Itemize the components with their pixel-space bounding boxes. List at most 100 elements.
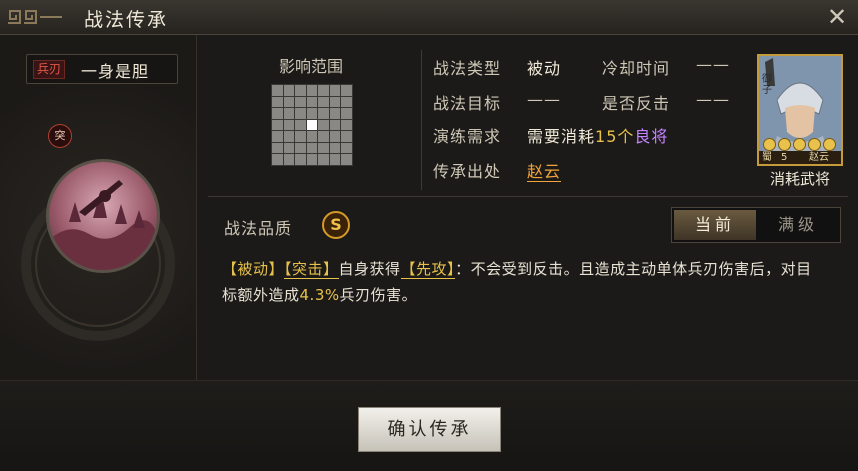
range-cell — [329, 119, 341, 131]
range-cell — [329, 96, 341, 108]
cooldown-value: —— — [696, 55, 730, 74]
star-icon — [778, 138, 791, 151]
requirement-value: 需要消耗15个良将 — [527, 123, 668, 147]
source-general-link[interactable]: 赵云 — [527, 162, 562, 182]
assault-badge: 突 — [48, 124, 72, 148]
star-icon — [808, 138, 821, 151]
source-label: 传承出处 — [433, 162, 502, 181]
range-cell — [295, 142, 306, 154]
level-toggle: 当前 满级 — [671, 207, 841, 243]
source-value[interactable]: 赵云 — [527, 158, 562, 182]
range-cell — [272, 154, 283, 165]
star-rating — [763, 138, 836, 151]
counter-label: 是否反击 — [602, 94, 671, 113]
card-caption: 消耗武将 — [769, 170, 830, 188]
general-card[interactable]: 御子 蜀 5 赵云 — [757, 54, 843, 166]
title-bar: 战法传承 ✕ — [0, 0, 858, 35]
range-cell — [306, 108, 318, 119]
range-cell — [341, 108, 352, 119]
range-cell — [283, 96, 295, 108]
range-cell — [318, 108, 329, 119]
card-info-strip: 蜀 5 赵云 — [759, 151, 841, 164]
range-cell — [341, 154, 352, 165]
cooldown-label: 冷却时间 — [602, 59, 671, 78]
range-cell — [329, 108, 341, 119]
range-cell — [341, 142, 352, 154]
desc-percent: 4.3% — [299, 286, 340, 304]
card-cost: 5 — [781, 152, 788, 163]
range-title: 影响范围 — [278, 57, 343, 76]
range-cell — [341, 96, 352, 108]
skill-type-value: 被动 — [527, 59, 562, 78]
card-side-text: 御子 — [762, 74, 772, 96]
skill-name: 一身是胆 — [81, 62, 150, 81]
skill-description: 【被动】【突击】自身获得【先攻】：不会受到反击。且造成主动单体兵刃伤害后，对目标… — [222, 256, 822, 308]
range-cell — [283, 85, 295, 96]
star-icon — [823, 138, 836, 151]
tab-current[interactable]: 当前 — [674, 210, 756, 240]
range-cell — [272, 119, 283, 131]
counter-value: —— — [696, 90, 730, 109]
range-cell — [329, 154, 341, 165]
desc-text-1: 自身获得 — [338, 260, 401, 278]
range-cell — [295, 154, 306, 165]
range-cell — [318, 154, 329, 165]
range-cell — [306, 154, 318, 165]
close-button[interactable]: ✕ — [824, 4, 850, 30]
range-cell — [272, 96, 283, 108]
range-cell — [272, 131, 283, 142]
desc-text-3: 兵刃伤害。 — [339, 286, 418, 304]
window-title: 战法传承 — [84, 9, 169, 31]
horizontal-divider — [208, 196, 848, 197]
skill-panel: 兵刃 一身是胆 — [0, 35, 197, 380]
confirm-inherit-button[interactable]: 确认传承 — [358, 407, 501, 452]
range-cell — [295, 85, 306, 96]
quality-label: 战法品质 — [224, 219, 293, 238]
range-cell — [329, 142, 341, 154]
card-faction: 蜀 — [762, 152, 772, 163]
range-cell — [283, 108, 295, 119]
range-cell — [295, 119, 306, 131]
range-cell — [306, 131, 318, 142]
target-label: 战法目标 — [433, 94, 502, 113]
range-section: 影响范围 — [200, 35, 422, 195]
requirement-prefix: 需要消耗 — [527, 127, 596, 146]
range-cell — [295, 96, 306, 108]
range-cell — [318, 131, 329, 142]
range-cell — [272, 108, 283, 119]
range-cell — [272, 142, 283, 154]
ornament-icon — [8, 10, 62, 24]
range-cell — [329, 85, 341, 96]
range-cell — [283, 154, 295, 165]
target-value: —— — [527, 90, 561, 109]
requirement-label: 演练需求 — [433, 127, 502, 146]
star-icon — [763, 138, 776, 151]
desc-tag-first-strike: 【先攻】 — [400, 260, 456, 279]
range-cell — [272, 85, 283, 96]
range-cell — [341, 131, 352, 142]
range-grid — [271, 84, 353, 166]
range-cell — [318, 85, 329, 96]
range-cell — [295, 131, 306, 142]
skill-artwork-icon — [46, 159, 160, 273]
range-cell — [341, 85, 352, 96]
tab-max-level[interactable]: 满级 — [758, 210, 838, 240]
range-cell-target — [306, 119, 318, 131]
card-name: 赵云 — [809, 152, 829, 163]
requirement-count: 15个 — [595, 127, 635, 146]
range-cell — [295, 108, 306, 119]
range-cell — [306, 85, 318, 96]
desc-tag-passive: 【被动】 — [222, 260, 285, 278]
range-cell — [283, 131, 295, 142]
quality-grade-badge: S — [322, 211, 350, 239]
range-cell — [329, 131, 341, 142]
range-cell — [283, 142, 295, 154]
range-cell — [318, 119, 329, 131]
star-icon — [793, 138, 806, 151]
skill-name-box: 兵刃 一身是胆 — [26, 54, 178, 84]
desc-tag-assault: 【突击】 — [284, 260, 339, 279]
range-cell — [306, 96, 318, 108]
range-cell — [283, 119, 295, 131]
requirement-item: 良将 — [634, 127, 669, 146]
range-cell — [318, 142, 329, 154]
